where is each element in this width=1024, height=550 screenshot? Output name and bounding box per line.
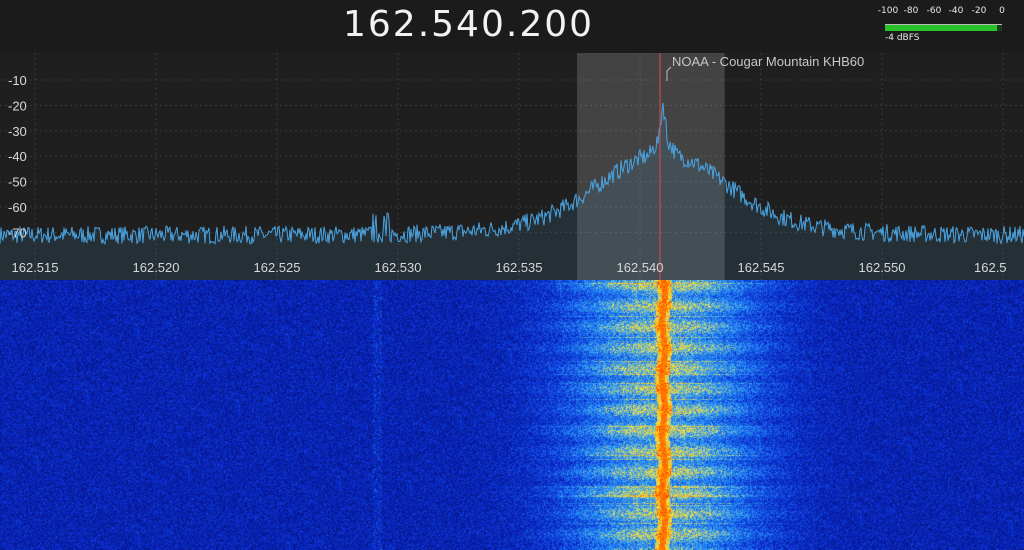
x-tick-label: 162.515 <box>12 260 59 275</box>
y-tick-label: -50 <box>8 175 27 190</box>
spectrum-trace-fill <box>0 102 1024 280</box>
x-tick-label: 162.520 <box>133 260 180 275</box>
grid-horizontal <box>0 79 1024 233</box>
spectrum-plot[interactable]: NOAA - Cougar Mountain KHB60 -10 -20 -30 -4… <box>0 53 1024 280</box>
y-axis-labels: -10 -20 -30 -40 -50 -60 -70 <box>8 73 27 240</box>
waterfall-display[interactable] <box>0 280 1024 550</box>
meter-scale-label: -40 <box>948 6 964 16</box>
meter-readout: -4 dBFS <box>885 33 920 43</box>
y-tick-label: -40 <box>8 149 27 164</box>
meter-scale-label: -80 <box>903 6 919 16</box>
y-tick-label: -30 <box>8 124 27 139</box>
x-tick-label: 162.5 <box>974 260 1007 275</box>
meter-scale: -100 -80 -60 -40 -20 0 <box>878 6 1010 16</box>
y-tick-label: -10 <box>8 73 27 88</box>
meter-scale-label: -20 <box>971 6 987 16</box>
y-tick-label: -70 <box>8 225 27 240</box>
meter-scale-label: -60 <box>926 6 942 16</box>
marker-label: NOAA - Cougar Mountain KHB60 <box>672 54 864 69</box>
spectrum-display[interactable]: NOAA - Cougar Mountain KHB60 -10 -20 -30 -4… <box>0 53 1024 280</box>
meter-ticks <box>885 18 1002 25</box>
meter-scale-label: 0 <box>999 6 1005 16</box>
header-bar: 162.540.200 -100 -80 -60 -40 -20 0 -4 dB… <box>0 0 1024 53</box>
y-tick-label: -20 <box>8 98 27 113</box>
frequency-display[interactable]: 162.540.200 <box>343 4 594 45</box>
y-tick-label: -60 <box>8 200 27 215</box>
x-tick-label: 162.525 <box>254 260 301 275</box>
x-tick-label: 162.550 <box>859 260 906 275</box>
x-tick-label: 162.545 <box>738 260 785 275</box>
x-tick-label: 162.530 <box>375 260 422 275</box>
x-tick-label: 162.540 <box>617 260 664 275</box>
level-meter: -100 -80 -60 -40 -20 0 -4 dBFS <box>878 6 1010 46</box>
meter-bar <box>885 25 1002 31</box>
waterfall-canvas[interactable] <box>0 280 1024 550</box>
spectrum-trace <box>0 102 1024 246</box>
x-tick-label: 162.535 <box>496 260 543 275</box>
meter-scale-label: -100 <box>877 6 899 16</box>
meter-fill <box>885 25 998 31</box>
